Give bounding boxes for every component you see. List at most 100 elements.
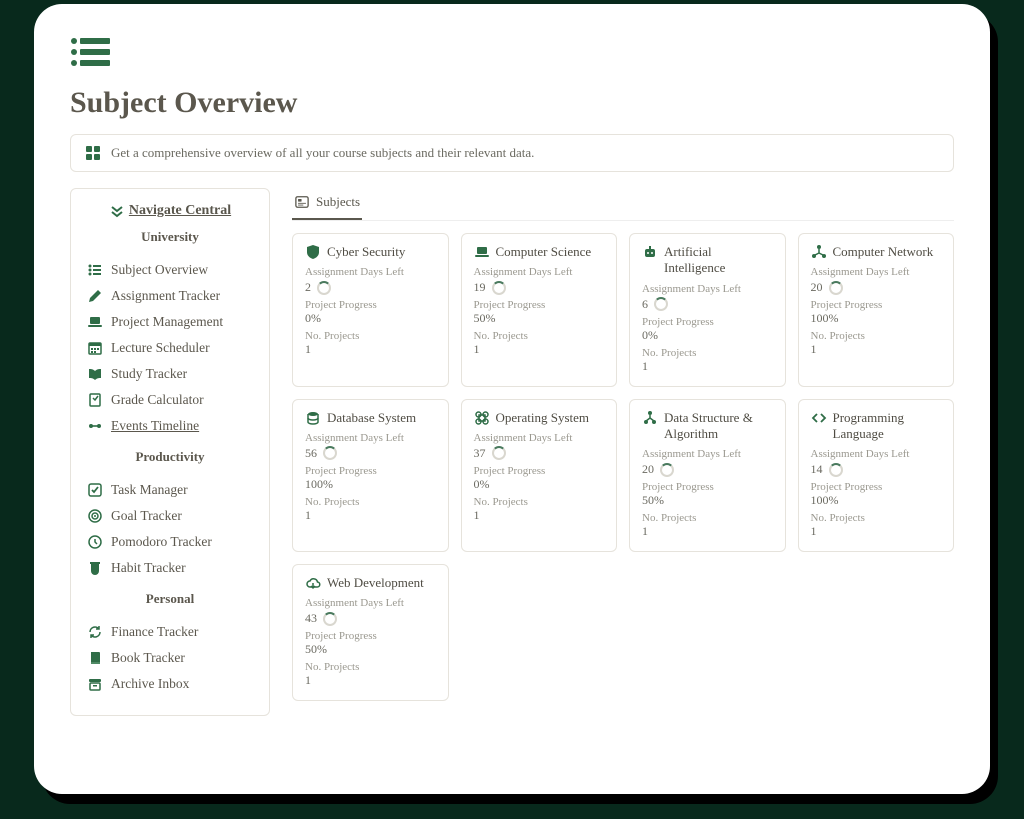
sidebar-item-archive-inbox[interactable]: Archive Inbox (85, 671, 255, 697)
subject-card[interactable]: Operating SystemAssignment Days Left37Pr… (461, 399, 618, 553)
sidebar-item-finance-tracker[interactable]: Finance Tracker (85, 619, 255, 645)
value-progress: 0% (474, 477, 605, 492)
value-projects: 1 (811, 342, 942, 357)
subject-title: Artificial Intelligence (664, 244, 773, 277)
timeline-icon (87, 418, 103, 434)
tab-subjects[interactable]: Subjects (292, 188, 362, 220)
page-title: Subject Overview (70, 86, 954, 120)
sidebar-item-label: Study Tracker (111, 366, 187, 382)
sidebar-group-productivity: Task Manager Goal Tracker Pomodoro Tracker… (85, 477, 255, 581)
label-projects: No. Projects (642, 512, 773, 524)
subject-card[interactable]: Data Structure & AlgorithmAssignment Day… (629, 399, 786, 553)
progress-ring-icon (654, 297, 668, 311)
refresh-dollar-icon (87, 624, 103, 640)
label-projects: No. Projects (305, 661, 436, 673)
archive-icon (87, 676, 103, 692)
sidebar-group-personal: Finance TrackerBook TrackerArchive Inbox (85, 619, 255, 697)
subject-card[interactable]: Web DevelopmentAssignment Days Left43Pro… (292, 564, 449, 701)
progress-ring-icon (660, 463, 674, 477)
subject-card[interactable]: Cyber SecurityAssignment Days Left2Proje… (292, 233, 449, 387)
subject-title: Database System (327, 410, 416, 426)
cloud-icon (305, 575, 321, 591)
sidebar-item-subject-overview[interactable]: Subject Overview (85, 257, 255, 283)
label-days-left: Assignment Days Left (305, 266, 436, 278)
robot-icon (642, 244, 658, 260)
value-days-left: 2 (305, 280, 311, 295)
subject-card[interactable]: Computer NetworkAssignment Days Left20Pr… (798, 233, 955, 387)
sidebar-item-label: Goal Tracker (111, 508, 182, 524)
sidebar-title[interactable]: Navigate Central (129, 203, 231, 219)
progress-ring-icon (829, 281, 843, 295)
book-icon (87, 650, 103, 666)
clock-icon (87, 534, 103, 550)
label-progress: Project Progress (811, 481, 942, 493)
label-projects: No. Projects (811, 330, 942, 342)
value-progress: 100% (811, 311, 942, 326)
sidebar-item-label: Lecture Scheduler (111, 340, 210, 356)
sidebar-item-label: Events Timeline (111, 418, 199, 434)
value-progress: 50% (474, 311, 605, 326)
value-days-left: 19 (474, 280, 486, 295)
sidebar-item-events-timeline[interactable]: Events Timeline (85, 413, 255, 439)
code-icon (811, 410, 827, 426)
calendar-grid-icon (87, 340, 103, 356)
subject-card[interactable]: Computer ScienceAssignment Days Left19Pr… (461, 233, 618, 387)
value-projects: 1 (474, 342, 605, 357)
sidebar-item-label: Pomodoro Tracker (111, 534, 212, 550)
label-days-left: Assignment Days Left (811, 266, 942, 278)
value-progress: 100% (305, 477, 436, 492)
shield-icon (305, 244, 321, 260)
list-icon (87, 262, 103, 278)
subject-card[interactable]: Artificial Intelligence Assignment Days L… (629, 233, 786, 387)
label-projects: No. Projects (305, 330, 436, 342)
label-days-left: Assignment Days Left (474, 266, 605, 278)
label-days-left: Assignment Days Left (474, 432, 605, 444)
value-progress: 0% (642, 328, 773, 343)
label-progress: Project Progress (474, 465, 605, 477)
sidebar-item-assignment-tracker[interactable]: Assignment Tracker (85, 283, 255, 309)
value-days-left: 20 (811, 280, 823, 295)
sidebar-section-university: University (85, 229, 255, 245)
sidebar-item-book-tracker[interactable]: Book Tracker (85, 645, 255, 671)
sidebar-item-goal-tracker[interactable]: Goal Tracker (85, 503, 255, 529)
value-projects: 1 (305, 342, 436, 357)
value-projects: 1 (811, 524, 942, 539)
label-days-left: Assignment Days Left (642, 448, 773, 460)
label-days-left: Assignment Days Left (642, 283, 773, 295)
label-days-left: Assignment Days Left (811, 448, 942, 460)
callout-text: Get a comprehensive overview of all your… (111, 145, 534, 161)
sidebar-item-grade-calculator[interactable]: Grade Calculator (85, 387, 255, 413)
value-projects: 1 (305, 673, 436, 688)
app-logo (70, 36, 954, 68)
subject-card[interactable]: Programming LanguageAssignment Days Left… (798, 399, 955, 553)
progress-ring-icon (323, 446, 337, 460)
command-icon (474, 410, 490, 426)
sidebar-item-label: Grade Calculator (111, 392, 204, 408)
label-progress: Project Progress (642, 316, 773, 328)
subject-card[interactable]: Database SystemAssignment Days Left56Pro… (292, 399, 449, 553)
value-days-left: 43 (305, 611, 317, 626)
app-window: Subject Overview Get a comprehensive ove… (34, 4, 990, 794)
value-progress: 50% (305, 642, 436, 657)
sidebar-item-study-tracker[interactable]: Study Tracker (85, 361, 255, 387)
sidebar-item-project-management[interactable]: Project Management (85, 309, 255, 335)
sidebar-item-habit-tracker[interactable]: Habit Tracker (85, 555, 255, 581)
value-projects: 1 (642, 359, 773, 374)
progress-ring-icon (492, 446, 506, 460)
subject-title: Computer Network (833, 244, 934, 260)
value-projects: 1 (305, 508, 436, 523)
label-projects: No. Projects (474, 496, 605, 508)
sidebar-item-lecture-scheduler[interactable]: Lecture Scheduler (85, 335, 255, 361)
cup-icon (87, 560, 103, 576)
label-projects: No. Projects (305, 496, 436, 508)
progress-ring-icon (323, 612, 337, 626)
value-progress: 50% (642, 493, 773, 508)
gallery-icon (294, 194, 310, 210)
target-icon (87, 508, 103, 524)
label-progress: Project Progress (305, 465, 436, 477)
sidebar-item-label: Assignment Tracker (111, 288, 220, 304)
sidebar-item-pomodoro-tracker[interactable]: Pomodoro Tracker (85, 529, 255, 555)
progress-ring-icon (492, 281, 506, 295)
laptop-icon (474, 244, 490, 260)
sidebar-item-task-manager[interactable]: Task Manager (85, 477, 255, 503)
